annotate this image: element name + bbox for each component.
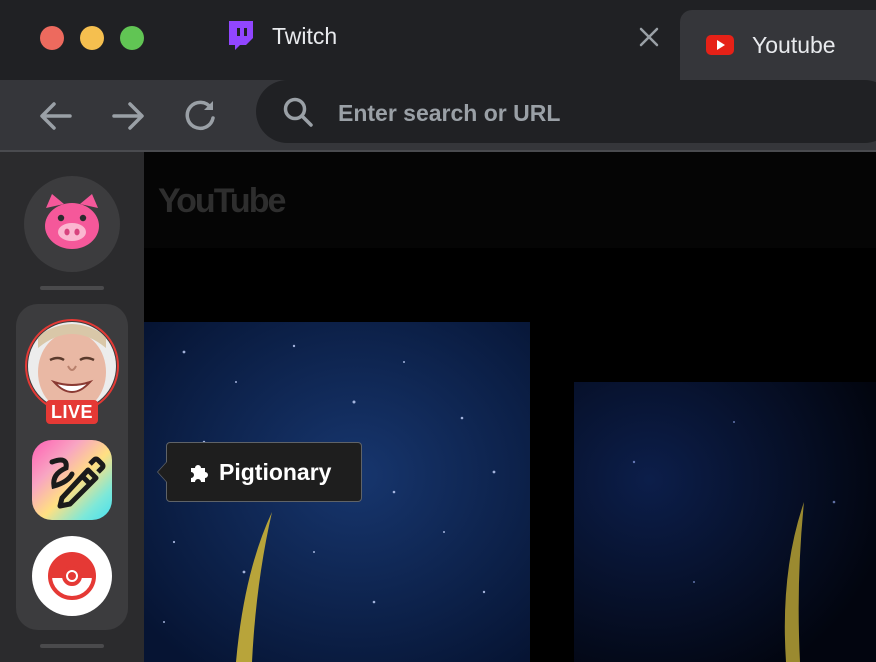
close-icon[interactable] [638, 26, 660, 48]
youtube-logo[interactable]: YouTube [158, 182, 286, 221]
twitch-icon [229, 21, 253, 50]
window-maximize-button[interactable] [120, 26, 144, 50]
live-badge: LIVE [46, 400, 98, 424]
sidebar-app-group: LIVE [16, 304, 128, 630]
sidebar-divider [40, 644, 104, 648]
web-content[interactable]: YouTube [144, 152, 876, 662]
reload-icon[interactable] [180, 96, 220, 136]
search-input[interactable] [336, 92, 860, 134]
arrow-right-icon[interactable] [108, 96, 148, 136]
arrow-left-icon[interactable] [36, 96, 76, 136]
sidebar-divider [40, 286, 104, 290]
tooltip-label: Pigtionary [219, 458, 332, 485]
youtube-icon [706, 35, 734, 55]
sidebar-app-pigtionary[interactable] [32, 440, 112, 520]
pig-icon [45, 194, 99, 249]
title-bar: Twitch Youtube [0, 0, 876, 80]
puzzle-icon [191, 465, 208, 482]
address-bar[interactable] [256, 80, 876, 143]
youtube-header: YouTube [144, 152, 876, 248]
tab-youtube[interactable]: Youtube [680, 10, 876, 80]
window-minimize-button[interactable] [80, 26, 104, 50]
tab-twitch-label: Twitch [272, 22, 338, 49]
space-image [574, 382, 876, 662]
search-icon [283, 97, 313, 127]
tooltip: Pigtionary [157, 442, 362, 502]
sidebar: LIVE [0, 152, 144, 662]
tooltip-arrow-inner [158, 462, 167, 482]
window-close-button[interactable] [40, 26, 64, 50]
tab-twitch[interactable]: Twitch [200, 0, 676, 72]
sidebar-app-pokeball[interactable] [32, 536, 112, 616]
pokeball-icon [48, 552, 96, 600]
sidebar-home-button[interactable] [24, 176, 120, 272]
draw-pencil-icon [49, 456, 106, 509]
toolbar [0, 80, 876, 152]
tab-youtube-label: Youtube [752, 31, 836, 58]
video-thumbnail[interactable] [574, 382, 876, 662]
